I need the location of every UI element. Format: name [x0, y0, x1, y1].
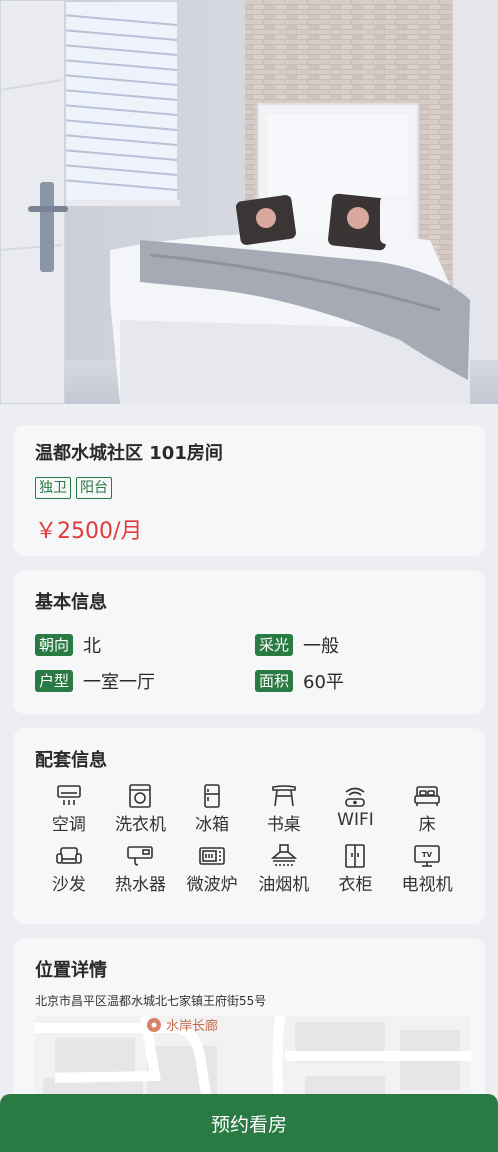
facility-label: 电视机 — [401, 875, 453, 895]
facility-item: 床 — [391, 784, 463, 835]
monthly-price: ￥2500/月 — [35, 519, 143, 544]
facility-label: 沙发 — [51, 875, 86, 895]
info-label: 采光 — [255, 634, 294, 656]
facility-label: 冰箱 — [195, 815, 230, 835]
facility-label: 空调 — [51, 815, 86, 835]
facility-label: WIFI — [337, 810, 374, 830]
facility-label: 床 — [418, 815, 436, 835]
facility-item: TV 电视机 — [391, 844, 463, 895]
info-lighting: 采光 一般 — [255, 632, 339, 658]
info-label: 户型 — [35, 670, 74, 692]
info-layout: 户型 一室一厅 — [35, 668, 155, 694]
wifi-icon — [345, 787, 366, 807]
section-title-facilities: 配套信息 — [35, 750, 107, 771]
svg-text:TV: TV — [422, 851, 433, 859]
info-label: 面积 — [255, 670, 294, 692]
facility-label: 衣柜 — [338, 875, 373, 895]
wardrobe-icon — [345, 844, 366, 868]
water-heater-icon — [127, 846, 154, 866]
info-value: 北 — [83, 636, 102, 657]
facility-item: 书桌 — [248, 784, 320, 835]
section-title-basic-info: 基本信息 — [35, 592, 107, 613]
facilities-grid: 空调 洗衣机 冰箱 书桌 WIFI 床 沙发 热水器 微波炉 油烟机 衣柜 TV… — [33, 784, 463, 895]
info-value: 一般 — [303, 636, 340, 657]
range-hood-icon — [270, 844, 297, 866]
address-text: 北京市昌平区温都水城北七家镇王府街55号 — [35, 994, 267, 1008]
listing-summary-card: 温都水城社区 101房间 独卫 阳台 ￥2500/月 — [13, 425, 485, 556]
fridge-icon — [204, 784, 220, 808]
listing-title: 温都水城社区 101房间 — [35, 443, 223, 464]
facility-label: 油烟机 — [258, 875, 310, 895]
washing-machine-icon — [129, 784, 152, 808]
basic-info-card: 基本信息 朝向 北 采光 一般 户型 一室一厅 面积 60平 — [13, 570, 485, 714]
facility-item: 微波炉 — [176, 844, 248, 895]
sofa-icon — [56, 847, 82, 864]
facilities-card: 配套信息 空调 洗衣机 冰箱 书桌 WIFI 床 沙发 热水器 微波炉 油烟机 … — [13, 728, 485, 924]
info-value: 一室一厅 — [83, 672, 156, 693]
info-label: 朝向 — [35, 634, 74, 656]
facility-item: 空调 — [33, 784, 105, 835]
tag-private-bath: 独卫 — [35, 477, 71, 499]
section-title-location: 位置详情 — [35, 960, 107, 981]
bed-icon — [414, 786, 440, 806]
info-orientation: 朝向 北 — [35, 632, 101, 658]
facility-item: 沙发 — [33, 844, 105, 895]
room-photo — [0, 0, 498, 404]
air-conditioner-icon — [57, 785, 81, 805]
facility-item: 洗衣机 — [105, 784, 177, 835]
facility-item: 冰箱 — [176, 784, 248, 835]
facility-label: 书桌 — [266, 815, 301, 835]
feature-tags: 独卫 阳台 — [35, 477, 112, 499]
facility-label: 热水器 — [114, 875, 166, 895]
facility-item: 油烟机 — [248, 844, 320, 895]
tag-balcony: 阳台 — [76, 477, 112, 499]
facility-item: WIFI — [320, 784, 392, 835]
tv-icon: TV — [414, 845, 440, 867]
microwave-icon — [199, 847, 225, 865]
info-value: 60平 — [303, 672, 344, 693]
facility-item: 热水器 — [105, 844, 177, 895]
facility-label: 洗衣机 — [114, 815, 166, 835]
info-area: 面积 60平 — [255, 668, 344, 694]
map-poi-label: 水岸长廊 — [166, 1018, 218, 1034]
facility-label: 微波炉 — [186, 875, 238, 895]
facility-item: 衣柜 — [320, 844, 392, 895]
desk-icon — [272, 785, 296, 807]
book-viewing-button[interactable]: 预约看房 — [0, 1094, 498, 1152]
